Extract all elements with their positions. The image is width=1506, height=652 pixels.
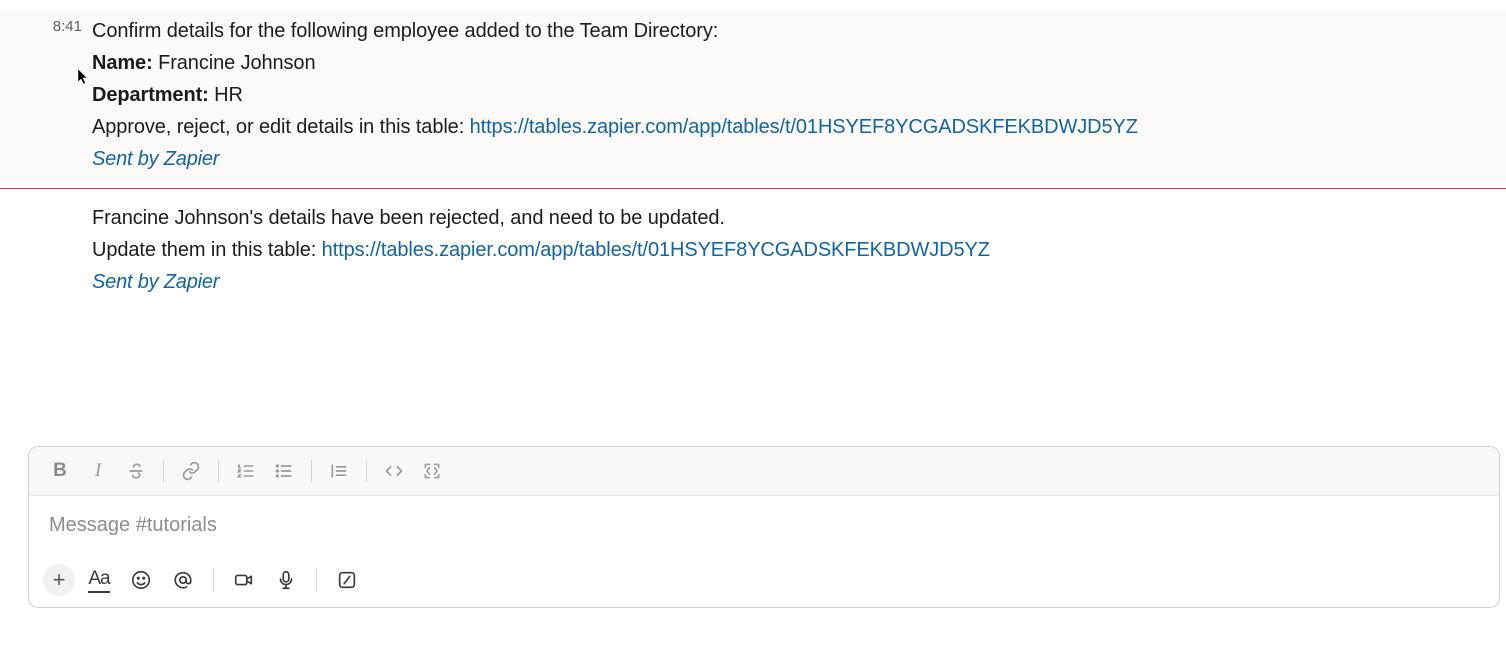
code-button[interactable] [377, 455, 411, 487]
code-block-button[interactable] [415, 455, 449, 487]
attach-button[interactable]: + [43, 564, 75, 596]
name-label: Name: [92, 52, 153, 74]
bold-button[interactable]: B [43, 455, 77, 487]
emoji-button[interactable] [123, 563, 159, 597]
mention-button[interactable] [165, 563, 201, 597]
audio-button[interactable] [268, 563, 304, 597]
actions-separator [316, 568, 317, 592]
message-2: Francine Johnson's details have been rej… [0, 197, 1506, 303]
blockquote-button[interactable] [322, 455, 356, 487]
toolbar-separator [366, 460, 367, 482]
strikethrough-button[interactable] [119, 455, 153, 487]
message-timestamp-empty [20, 201, 92, 299]
name-value: Francine Johnson [153, 52, 316, 74]
sent-by-label: Sent by Zapier [92, 267, 1486, 297]
action-prefix: Approve, reject, or edit details in this… [92, 116, 470, 138]
rejection-line: Francine Johnson's details have been rej… [92, 203, 1486, 233]
update-prefix: Update them in this table: [92, 239, 322, 261]
dept-label: Department: [92, 84, 209, 106]
sent-by-label: Sent by Zapier [92, 144, 1486, 174]
toolbar-separator [311, 460, 312, 482]
message-divider [0, 188, 1506, 189]
message-placeholder: Message #tutorials [49, 514, 217, 536]
formatting-toggle-button[interactable]: Aa [81, 563, 117, 597]
message-timestamp: 8:41 [20, 14, 92, 176]
dept-value: HR [209, 84, 243, 106]
shortcuts-button[interactable] [329, 563, 365, 597]
action-line: Approve, reject, or edit details in this… [92, 112, 1486, 142]
message-composer: B I Message #tutorials + Aa [28, 446, 1500, 608]
actions-separator [213, 568, 214, 592]
formatting-toolbar: B I [29, 447, 1499, 496]
employee-name-line: Name: Francine Johnson [92, 48, 1486, 78]
message-input[interactable]: Message #tutorials [29, 496, 1499, 555]
ordered-list-button[interactable] [229, 455, 263, 487]
toolbar-separator [218, 460, 219, 482]
message-1: 8:41 Confirm details for the following e… [0, 10, 1506, 180]
employee-dept-line: Department: HR [92, 80, 1486, 110]
toolbar-separator [163, 460, 164, 482]
composer-actions: + Aa [29, 555, 1499, 607]
video-button[interactable] [226, 563, 262, 597]
message-intro: Confirm details for the following employ… [92, 16, 1486, 46]
table-link[interactable]: https://tables.zapier.com/app/tables/t/0… [322, 239, 990, 261]
bullet-list-button[interactable] [267, 455, 301, 487]
update-line: Update them in this table: https://table… [92, 235, 1486, 265]
italic-button[interactable]: I [81, 455, 115, 487]
table-link[interactable]: https://tables.zapier.com/app/tables/t/0… [470, 116, 1138, 138]
link-button[interactable] [174, 455, 208, 487]
